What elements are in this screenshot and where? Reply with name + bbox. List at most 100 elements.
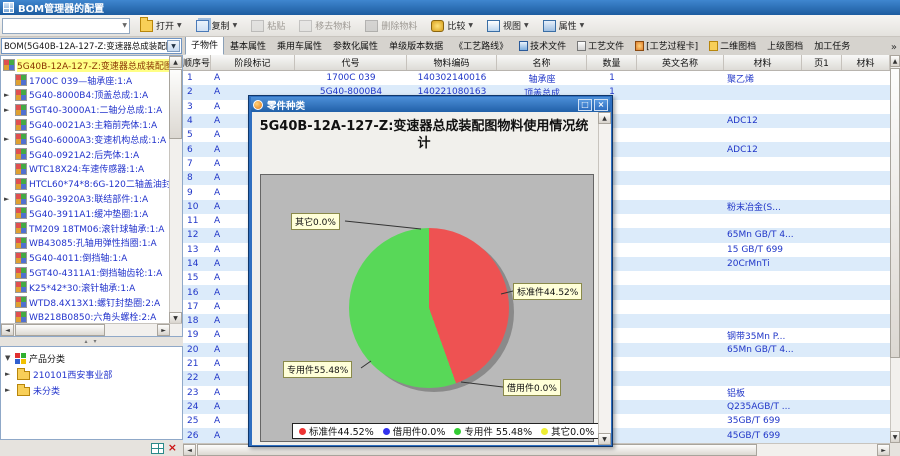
table-edit-icon[interactable] <box>150 442 164 454</box>
cell-en <box>637 100 724 114</box>
tree-item[interactable]: HTCL60*74*8:6G-120二轴盖油封:1:A <box>1 176 169 191</box>
classification-folder[interactable]: ► 未分类 <box>1 382 182 398</box>
toolbar-button-props[interactable]: 属性 ▼ <box>539 17 589 35</box>
cell-seq: 2 <box>187 87 193 98</box>
tree-hscroll-thumb[interactable] <box>15 324 105 336</box>
column-header[interactable]: 数量 <box>587 55 637 70</box>
expander-icon[interactable]: ► <box>4 195 9 203</box>
minimize-button[interactable]: □ <box>578 98 592 111</box>
tab-7[interactable]: 工艺文件 <box>572 37 629 55</box>
scroll-up-icon[interactable]: ▲ <box>598 112 611 124</box>
expander-icon[interactable]: ► <box>4 106 9 114</box>
tree-item[interactable]: 5G40-0021A3:主箱前壳体:1:A <box>1 117 169 132</box>
scroll-down-icon[interactable]: ▼ <box>890 431 900 443</box>
expander-icon[interactable]: ► <box>5 386 10 394</box>
scroll-up-icon[interactable]: ▲ <box>169 56 182 68</box>
dialog-content: 5G40B-12A-127-Z:变速器总成装配图物料使用情况统计 其它0.0% 标… <box>252 112 611 445</box>
toolbar-button-label: 打开 <box>156 22 175 32</box>
tree-item[interactable]: 1700C 039—轴承座:1:A <box>1 73 169 88</box>
column-header[interactable]: 材料 <box>842 55 890 70</box>
tree-item[interactable]: 5G40-0921A2:后壳体:1:A <box>1 147 169 162</box>
folder-label: 210101西安事业部 <box>33 370 113 381</box>
column-header[interactable]: 代号 <box>295 55 407 70</box>
tree-item[interactable]: TM209 18TM06:滚针球轴承:1:A <box>1 221 169 236</box>
expander-icon[interactable]: ► <box>4 135 9 143</box>
toolbar-button-copy[interactable]: 复制 ▼ <box>192 17 242 35</box>
scroll-up-icon[interactable]: ▲ <box>890 55 900 67</box>
tab-1[interactable]: 基本属性 <box>225 37 271 55</box>
cell-en <box>637 257 724 271</box>
tab-11[interactable]: 加工任务 <box>809 37 855 55</box>
tree-item[interactable]: ► 5G40-3920A3:联结部件:1:A <box>1 191 169 206</box>
tree-item[interactable]: WTD8.4X13X1:螺钉封垫圈:2:A <box>1 295 169 310</box>
toolbar-button-view[interactable]: 视图 ▼ <box>483 17 533 35</box>
column-header[interactable]: 英文名称 <box>637 55 724 70</box>
expander-icon[interactable]: ► <box>4 91 9 99</box>
cell-mat: ADC12 <box>727 116 758 127</box>
classification-folder[interactable]: ► 210101西安事业部 <box>1 366 182 382</box>
cell-mat2 <box>842 357 890 371</box>
panel-splitter[interactable]: ▴ ▾ <box>0 337 183 346</box>
tab-3[interactable]: 参数化属性 <box>328 37 383 55</box>
cell-mat: 粉末冶金(S... <box>727 203 781 214</box>
tree-vertical-scrollbar[interactable]: ▲ ▼ <box>169 56 182 324</box>
tab-9[interactable]: 二维图档 <box>704 37 761 55</box>
scroll-left-icon[interactable]: ◄ <box>183 444 196 456</box>
scroll-right-icon[interactable]: ► <box>157 324 170 336</box>
toolbar-button-folder-open[interactable]: 打开 ▼ <box>136 16 186 35</box>
tab-sub-items[interactable]: 子物件 <box>185 37 225 55</box>
toolbar-button-compare[interactable]: 比较 ▼ <box>427 17 477 35</box>
tree-item[interactable]: K25*42*30:滚针轴承:1:A <box>1 280 169 295</box>
tab-6[interactable]: 技术文件 <box>514 37 571 55</box>
tree-item[interactable]: 5G40-3911A1:缓冲垫圈:1:A <box>1 206 169 221</box>
cell-seq: 26 <box>187 430 199 441</box>
column-header[interactable]: 阶段标记 <box>211 55 295 70</box>
dialog-vertical-scrollbar[interactable]: ▲ ▼ <box>598 112 611 445</box>
tree-item[interactable]: WTC18X24:车速传感器:1:A <box>1 162 169 177</box>
cell-mcode: 140302140016 <box>417 73 487 84</box>
tree-item[interactable]: ► 5GT40-3000A1:二轴分总成:1:A <box>1 102 169 117</box>
tab-2[interactable]: 乘用车属性 <box>272 37 327 55</box>
scroll-left-icon[interactable]: ◄ <box>1 324 14 336</box>
scroll-right-icon[interactable]: ► <box>877 444 890 456</box>
pie-callout-label: 专用件55.48% <box>283 361 353 378</box>
tab-10[interactable]: 上级图档 <box>762 37 808 55</box>
close-red-x-icon[interactable]: × <box>168 442 177 453</box>
column-header[interactable]: 页1 <box>802 55 842 70</box>
column-header[interactable]: 名称 <box>497 55 587 70</box>
column-header[interactable]: 顺序号 <box>183 55 211 70</box>
cell-en <box>637 157 724 171</box>
tree-item[interactable]: 5G40-4011:倒挡轴:1:A <box>1 250 169 265</box>
chevron-down-icon[interactable]: ▼ <box>167 40 180 52</box>
table-vscroll-thumb[interactable] <box>890 68 900 358</box>
bom-selector[interactable]: BOM(5G40B-12A-127-Z:变速器总成装配图 ▼ <box>1 38 182 54</box>
dialog-titlebar[interactable]: 零件种类 □ × <box>251 97 610 112</box>
table-row[interactable]: 1 A 1700C 039 140302140016 轴承座 1 聚乙烯 <box>183 71 890 85</box>
tree-horizontal-scrollbar[interactable]: ◄ ► <box>1 323 182 336</box>
part-icon <box>15 222 27 235</box>
cell-seq: 23 <box>187 387 199 398</box>
cell-page <box>802 328 842 342</box>
tree-item[interactable]: ► 5G40-8000B4:顶盖总成:1:A <box>1 88 169 103</box>
table-vertical-scrollbar[interactable]: ▲ ▼ <box>890 55 900 443</box>
tab-overflow-icon[interactable]: » <box>891 42 900 55</box>
tab-strip: 子物件 基本属性 乘用车属性 参数化属性 单级版本数据 《工艺路线》 技术文件 工艺文件 [工艺… <box>185 37 900 55</box>
toolbar-combo[interactable]: ▼ <box>2 17 130 34</box>
tree-item[interactable]: 5GT40-4311A1:倒挡轴齿轮:1:A <box>1 265 169 280</box>
paste-icon <box>251 19 265 32</box>
expander-icon[interactable]: ▼ <box>5 354 10 362</box>
part-icon <box>15 103 27 116</box>
column-header[interactable]: 物料编码 <box>407 55 497 70</box>
tab-8[interactable]: [工艺过程卡] <box>630 37 703 55</box>
tree-vscroll-thumb[interactable] <box>169 69 182 139</box>
expander-icon[interactable]: ► <box>5 370 10 378</box>
classification-root[interactable]: ▼ 产品分类 <box>1 350 182 366</box>
tree-item[interactable]: WB43085:孔轴用弹性挡圈:1:A <box>1 236 169 251</box>
tree-item[interactable]: ► 5G40-6000A3:变速机构总成:1:A <box>1 132 169 147</box>
scroll-down-icon[interactable]: ▼ <box>598 433 611 445</box>
tab-4[interactable]: 单级版本数据 <box>384 37 448 55</box>
tab-5[interactable]: 《工艺路线》 <box>449 37 513 55</box>
column-header[interactable]: 材料 <box>724 55 802 70</box>
tree-root-item[interactable]: 5G40B-12A-127-Z:变速器总成装配图..:A <box>1 58 169 73</box>
close-button[interactable]: × <box>594 98 608 111</box>
